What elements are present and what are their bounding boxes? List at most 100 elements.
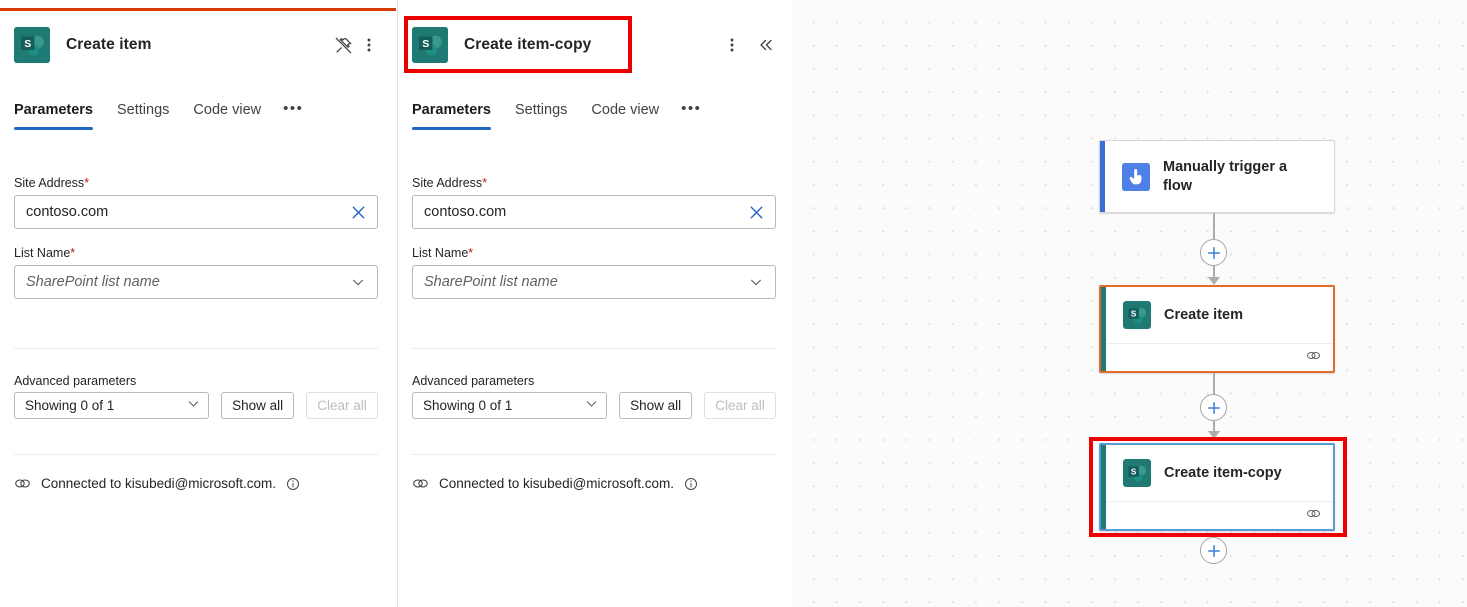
tab-settings-label: Settings [515,102,568,118]
chevron-down-icon[interactable] [745,271,767,293]
required-marker: * [482,176,488,190]
sharepoint-icon: S [14,27,50,63]
required-marker: * [468,246,474,260]
parameters-form: Site Address* contoso.com List Name* Sha… [14,175,378,299]
list-name-label-text: List Name [14,246,71,260]
panel-tabs: Parameters Settings Code view ••• [412,100,701,130]
list-name-placeholder: SharePoint list name [424,274,558,290]
connection-status: Connected to kisubedi@microsoft.com. [14,476,300,491]
flow-canvas[interactable]: Manually trigger a flow S Create item S … [793,0,1467,607]
connector-line-3 [1213,373,1215,395]
clear-all-button: Clear all [306,392,378,419]
form-divider-top [14,348,378,349]
form-divider-bottom [412,454,776,455]
add-step-button-3[interactable] [1200,537,1227,564]
connection-link-icon [1306,507,1321,525]
connector-arrow-2 [1208,431,1220,439]
tab-code-view[interactable]: Code view [185,100,277,130]
node-footer [1101,343,1333,371]
info-icon[interactable] [286,477,300,491]
connection-status: Connected to kisubedi@microsoft.com. [412,476,698,491]
action-panel-create-item: S Create item Parameters Settings Code v… [0,0,396,607]
advanced-parameters-select-value: Showing 0 of 1 [423,398,513,413]
tab-settings[interactable]: Settings [507,100,583,130]
chevron-down-icon [584,396,599,416]
node-header: Manually trigger a flow [1100,141,1334,212]
panel-header: S Create item-copy [398,22,793,68]
field-spacer [412,229,776,245]
list-name-placeholder: SharePoint list name [26,274,160,290]
node-header: S Create item-copy [1101,445,1333,501]
panel-tabs: Parameters Settings Code view ••• [14,100,303,130]
panel-top-accent-bar [0,8,396,11]
parameters-form: Site Address* contoso.com List Name* Sha… [412,175,776,299]
connection-status-text: Connected to kisubedi@microsoft.com. [41,476,277,491]
node-accent-bar [1100,141,1105,212]
advanced-parameters-section: Advanced parameters Showing 0 of 1 Show … [412,373,776,419]
flow-node-manual-trigger[interactable]: Manually trigger a flow [1099,140,1335,213]
node-title: Create item [1164,306,1243,323]
svg-text:S: S [422,38,429,50]
site-address-value: contoso.com [26,204,109,220]
tabs-overflow-icon[interactable]: ••• [277,100,303,118]
tab-code-view-label: Code view [193,102,262,118]
svg-text:S: S [24,38,31,50]
list-name-label: List Name* [14,245,378,261]
tab-parameters[interactable]: Parameters [412,100,507,130]
more-options-icon[interactable] [356,32,382,58]
advanced-parameters-label: Advanced parameters [412,374,535,388]
advanced-parameters-label: Advanced parameters [14,374,137,388]
tab-code-view[interactable]: Code view [583,100,675,130]
tabs-overflow-icon[interactable]: ••• [675,100,701,118]
node-title: Manually trigger a flow [1163,158,1288,194]
required-marker: * [84,176,90,190]
chevron-down-icon [186,396,201,416]
advanced-parameters-select-value: Showing 0 of 1 [25,398,115,413]
site-address-label: Site Address* [14,175,378,191]
info-icon[interactable] [684,477,698,491]
list-name-input[interactable]: SharePoint list name [14,265,378,299]
chevron-down-icon[interactable] [347,271,369,293]
tab-parameters-label: Parameters [412,102,491,118]
advanced-parameters-select[interactable]: Showing 0 of 1 [412,392,608,419]
site-address-input[interactable]: contoso.com [412,195,776,229]
clear-x-icon[interactable] [347,201,369,223]
sharepoint-icon: S [1123,459,1151,487]
collapse-chevrons-icon[interactable] [753,32,779,58]
add-step-button-2[interactable] [1200,394,1227,421]
site-address-label-text: Site Address [412,176,483,190]
form-divider-bottom [14,454,378,455]
site-address-value: contoso.com [424,204,507,220]
site-address-label: Site Address* [412,175,776,191]
svg-text:S: S [1131,309,1137,318]
node-footer [1101,501,1333,529]
connection-link-icon [14,476,31,491]
list-name-input[interactable]: SharePoint list name [412,265,776,299]
show-all-button[interactable]: Show all [619,392,692,419]
tab-code-view-label: Code view [591,102,660,118]
site-address-input[interactable]: contoso.com [14,195,378,229]
more-options-icon[interactable] [719,32,745,58]
required-marker: * [70,246,76,260]
node-accent-bar [1101,287,1106,371]
show-all-button[interactable]: Show all [221,392,294,419]
unpin-icon[interactable] [330,32,356,58]
panel-title: Create item-copy [464,36,592,53]
tab-parameters-label: Parameters [14,102,93,118]
advanced-parameters-select[interactable]: Showing 0 of 1 [14,392,210,419]
clear-all-button: Clear all [704,392,776,419]
sharepoint-icon: S [412,27,448,63]
tab-settings[interactable]: Settings [109,100,185,130]
connector-arrow-1 [1208,277,1220,285]
node-accent-bar [1101,445,1106,529]
connection-link-icon [1306,349,1321,367]
flow-node-create-item[interactable]: S Create item [1099,285,1335,373]
flow-node-create-item-copy[interactable]: S Create item-copy [1099,443,1335,531]
advanced-parameters-section: Advanced parameters Showing 0 of 1 Show … [14,373,378,419]
connector-line-1 [1213,213,1215,239]
tab-parameters[interactable]: Parameters [14,100,109,130]
clear-x-icon[interactable] [745,201,767,223]
manual-trigger-icon [1122,162,1150,191]
tab-settings-label: Settings [117,102,170,118]
add-step-button-1[interactable] [1200,239,1227,266]
